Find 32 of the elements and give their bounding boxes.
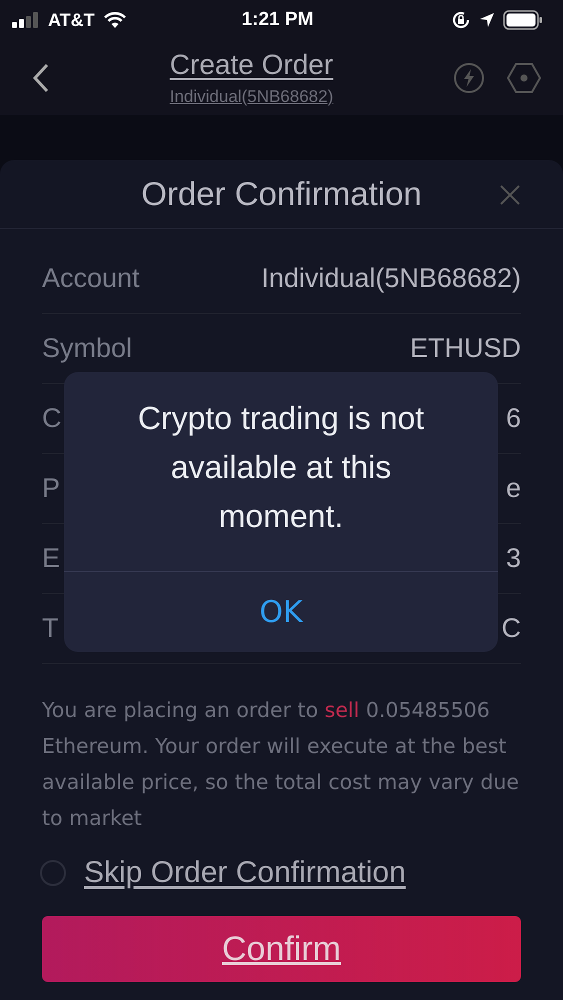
field-label: T: [42, 613, 58, 644]
field-value: 6: [506, 403, 521, 434]
field-value: C: [502, 613, 521, 644]
account-link[interactable]: Individual(5NB68682): [170, 86, 334, 106]
field-label: C: [42, 403, 62, 434]
battery-icon: [503, 10, 543, 30]
field-label: P: [42, 473, 60, 504]
field-value: Individual(5NB68682): [261, 263, 521, 294]
clock-time: 1:21 PM: [242, 9, 314, 31]
ok-button[interactable]: OK: [64, 572, 498, 652]
signal-icon: [12, 12, 40, 28]
page-title: Create Order: [170, 48, 334, 80]
rotation-lock-icon: [451, 10, 471, 30]
field-value: ETHUSD: [410, 333, 521, 364]
skip-confirmation-link[interactable]: Skip Order Confirmation: [84, 856, 406, 890]
location-arrow-icon: [479, 12, 495, 28]
carrier-name: AT&T: [48, 10, 95, 30]
field-value: 3: [506, 543, 521, 574]
field-value: e: [506, 473, 521, 504]
field-label: Account: [42, 263, 140, 294]
order-summary: You are placing an order to sell 0.05485506 Ethereum. Your order will execute at the best available price, so the total cost may vary due to market: [42, 697, 520, 832]
field-label: E: [42, 543, 60, 574]
confirm-button[interactable]: Confirm: [42, 916, 521, 982]
lightning-icon[interactable]: [453, 62, 485, 94]
back-icon[interactable]: [32, 62, 50, 92]
close-icon[interactable]: [499, 184, 521, 206]
radio-button[interactable]: [40, 860, 66, 886]
hexagon-icon[interactable]: [507, 62, 541, 94]
sheet-title: Order Confirmation: [141, 175, 422, 213]
wifi-icon: [102, 11, 127, 29]
alert-message: Crypto trading is not available at this moment.: [64, 372, 498, 572]
field-label: Symbol: [42, 333, 132, 364]
